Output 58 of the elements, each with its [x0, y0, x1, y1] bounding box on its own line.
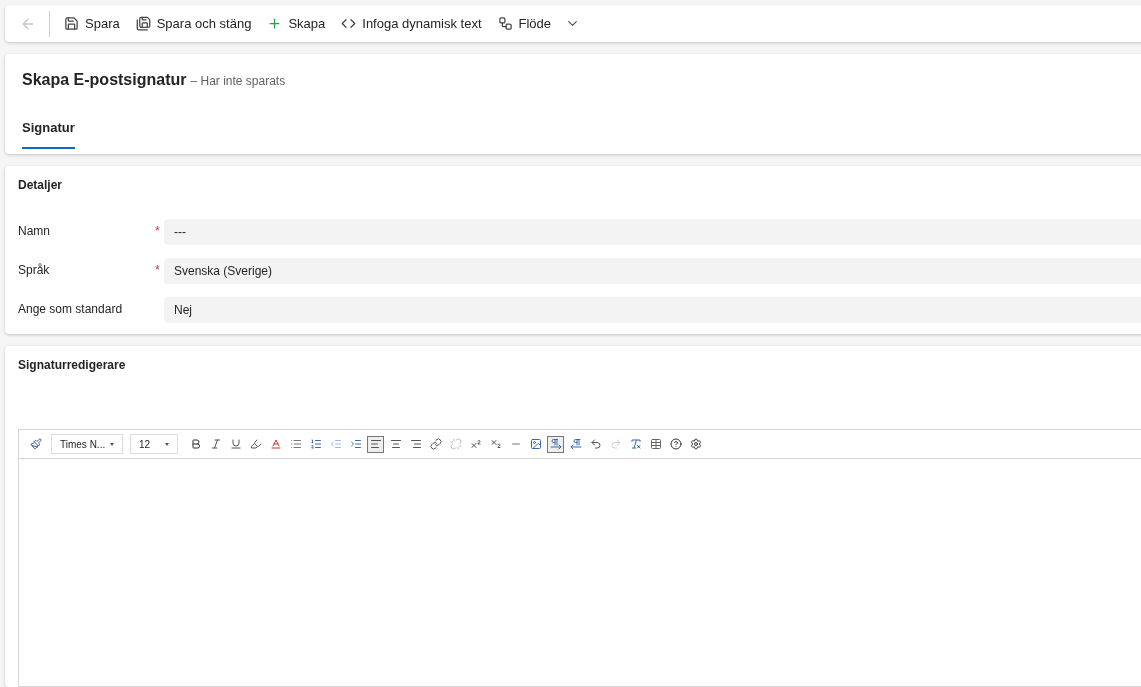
help-button[interactable]	[667, 435, 684, 453]
save-close-icon	[135, 16, 151, 31]
form-title: Skapa E-postsignatur	[22, 70, 187, 90]
rtl-icon	[569, 438, 582, 450]
ltr-icon	[549, 438, 562, 450]
required-asterisk: *	[155, 224, 160, 238]
paintbrush-button[interactable]	[27, 435, 44, 453]
plus-icon	[267, 16, 283, 31]
align-right-icon	[409, 438, 422, 450]
image-icon	[529, 438, 542, 450]
dropdown-icon	[110, 442, 114, 446]
command-button[interactable]: Spara och stäng	[127, 7, 260, 40]
font-select[interactable]: Times N...	[51, 434, 123, 454]
input-field[interactable]: Svenska (Sverige)	[164, 258, 1141, 284]
highlighter-icon	[249, 438, 262, 450]
section-title: Detaljer	[18, 177, 64, 194]
redo-icon	[609, 438, 622, 450]
superscript-icon	[469, 438, 482, 450]
dropdown-icon	[165, 442, 169, 446]
command-button[interactable]: Skapa	[259, 7, 334, 40]
field-label: Namn	[18, 223, 51, 240]
font-color-icon	[269, 438, 282, 450]
italic-icon	[209, 438, 222, 450]
input-field[interactable]: ---	[164, 219, 1141, 245]
command-button[interactable]: Flöde	[489, 7, 589, 40]
help-icon	[669, 438, 682, 450]
save-icon	[64, 16, 79, 31]
undo-icon	[589, 438, 602, 450]
save-status: – Har inte sparats	[190, 73, 286, 90]
paintbrush-icon	[29, 438, 42, 450]
bullet-list-icon	[289, 438, 302, 450]
field-label: Språk	[18, 262, 51, 279]
code-icon	[341, 16, 357, 31]
field-label: Ange som standard	[18, 301, 124, 318]
command-button[interactable]: Spara	[56, 7, 128, 40]
indent-icon	[349, 438, 362, 450]
size-select[interactable]: 12	[130, 434, 178, 454]
bold-icon	[189, 438, 202, 450]
align-left-icon	[369, 438, 382, 450]
settings-icon	[689, 438, 702, 450]
align-center-icon	[389, 438, 402, 450]
link-icon	[429, 438, 442, 450]
clear-format-icon	[629, 438, 642, 450]
link-button[interactable]	[427, 435, 444, 453]
outdent-icon	[329, 438, 342, 450]
table-icon	[649, 438, 662, 450]
flow-icon	[497, 16, 513, 31]
command-button[interactable]: Infoga dynamisk text	[333, 7, 490, 40]
unlink-icon	[449, 438, 462, 450]
subscript-icon	[489, 438, 502, 450]
ltr-button[interactable]	[547, 435, 564, 453]
input-field[interactable]: Nej	[164, 297, 1141, 323]
underline-icon	[229, 438, 242, 450]
tab[interactable]: Signatur	[22, 118, 75, 149]
align-left-button[interactable]	[367, 435, 384, 453]
section-title: Signaturredigerare	[18, 357, 127, 374]
numbered-list-icon	[309, 438, 322, 450]
required-asterisk: *	[155, 263, 160, 277]
